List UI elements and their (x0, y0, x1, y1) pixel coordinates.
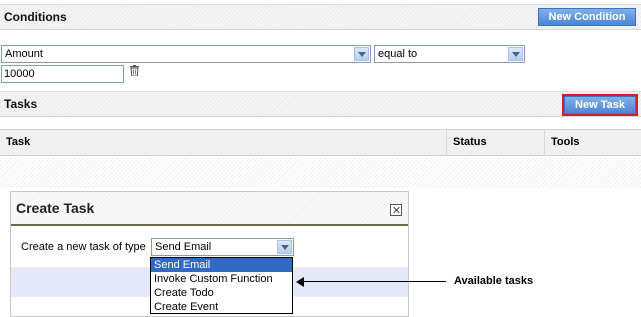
chevron-down-icon[interactable] (354, 47, 369, 61)
task-type-label: Create a new task of type (21, 241, 146, 253)
task-type-value: Send Email (155, 241, 212, 253)
tasks-table-body (0, 158, 641, 188)
column-header-tools[interactable]: Tools (544, 130, 641, 155)
new-condition-button[interactable]: New Condition (538, 8, 636, 26)
condition-field-value: Amount (5, 48, 43, 60)
option-invoke-custom-function[interactable]: Invoke Custom Function (151, 272, 292, 286)
dialog-title: Create Task (16, 200, 95, 216)
condition-operator-value: equal to (378, 48, 418, 60)
tasks-table-header: Task Status Tools (0, 129, 641, 156)
chevron-down-icon[interactable] (508, 47, 523, 61)
conditions-title: Conditions (4, 10, 67, 24)
column-header-task[interactable]: Task (0, 130, 446, 155)
chevron-down-icon[interactable] (277, 240, 292, 254)
close-icon[interactable] (390, 204, 402, 216)
annotation-arrow-line (302, 281, 446, 282)
annotation-label: Available tasks (454, 275, 534, 287)
task-type-select[interactable]: Send Email (151, 238, 294, 256)
condition-value-input[interactable]: 10000 (1, 65, 124, 83)
tasks-header: Tasks (0, 91, 641, 117)
trash-icon[interactable] (130, 65, 139, 76)
condition-operator-select[interactable]: equal to (374, 45, 525, 63)
annotation-arrow-icon (296, 277, 304, 287)
condition-field-select[interactable]: Amount (1, 45, 371, 63)
tasks-title: Tasks (4, 97, 38, 111)
option-create-todo[interactable]: Create Todo (151, 286, 292, 300)
new-task-button[interactable]: New Task (562, 94, 638, 116)
dialog-header: Create Task (11, 192, 408, 226)
column-header-status[interactable]: Status (446, 130, 544, 155)
task-type-options[interactable]: Send Email Invoke Custom Function Create… (150, 257, 293, 314)
option-create-event[interactable]: Create Event (151, 300, 292, 314)
option-send-email[interactable]: Send Email (151, 258, 292, 272)
